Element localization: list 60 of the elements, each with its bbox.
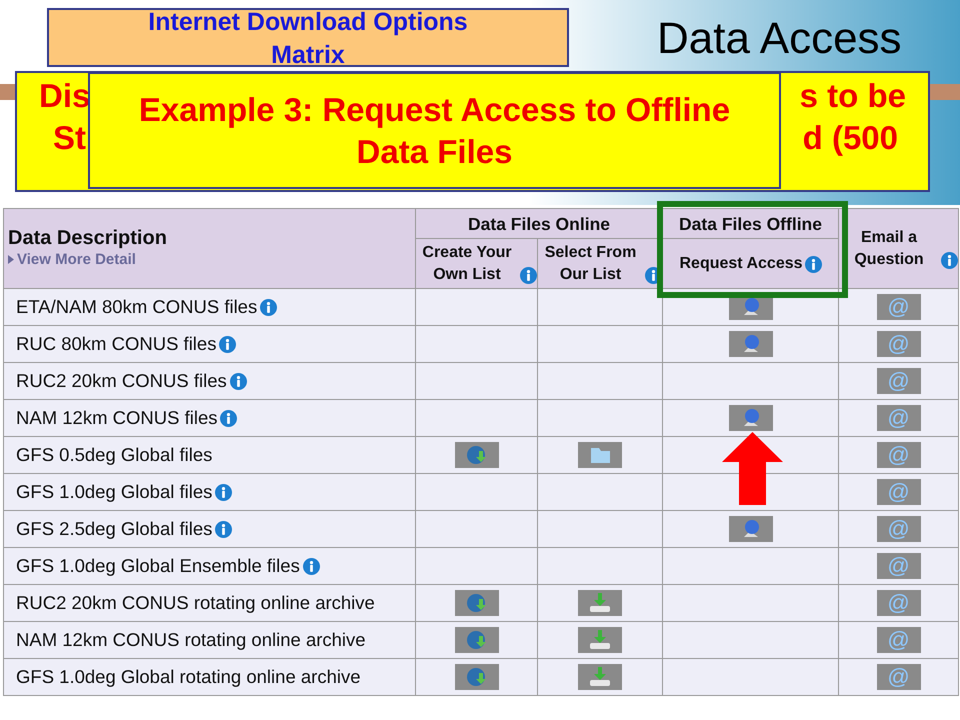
callout-text: d (500: [802, 118, 899, 158]
email-button[interactable]: @: [876, 405, 921, 431]
email-button[interactable]: @: [876, 590, 921, 616]
info-icon[interactable]: [215, 484, 232, 502]
folder-icon[interactable]: [578, 442, 622, 468]
drive-download-icon[interactable]: [578, 664, 622, 690]
dataset-name: RUC2 20km CONUS files: [16, 370, 227, 392]
drive-download-icon[interactable]: [578, 627, 622, 653]
email-button[interactable]: @: [876, 442, 921, 468]
globe-download-icon[interactable]: [454, 442, 498, 468]
info-icon[interactable]: [215, 521, 232, 538]
up-arrow-icon: [722, 432, 783, 505]
column-header: Email a Question: [853, 228, 925, 270]
callout-text: St: [52, 118, 87, 158]
view-detail-link[interactable]: View More Detail: [8, 248, 415, 270]
request-access-icon[interactable]: [728, 405, 773, 431]
column-header: Select From Our List: [544, 242, 638, 284]
email-button[interactable]: @: [876, 516, 921, 542]
globe-download-icon[interactable]: [454, 590, 498, 616]
email-button[interactable]: @: [876, 664, 921, 690]
column-header: Data Description: [8, 226, 168, 248]
email-button[interactable]: @: [876, 294, 921, 320]
callout-text: Dis: [39, 76, 90, 116]
column-header: Create Your Own List: [421, 242, 513, 284]
email-button[interactable]: @: [876, 553, 921, 579]
dataset-name: GFS 1.0deg Global files: [16, 482, 212, 503]
slide-title: Data Access: [657, 14, 902, 64]
expand-triangle-icon: [8, 255, 14, 264]
dataset-name: RUC 80km CONUS files: [16, 334, 216, 355]
globe-download-icon[interactable]: [454, 627, 498, 653]
email-button[interactable]: @: [876, 627, 921, 653]
callout-text: s to be: [800, 76, 906, 116]
dataset-name: RUC2 20km CONUS rotating online archive: [16, 592, 375, 614]
info-icon[interactable]: [520, 266, 537, 284]
info-icon[interactable]: [219, 336, 236, 354]
info-icon[interactable]: [230, 373, 247, 390]
info-icon[interactable]: [260, 299, 278, 316]
email-button[interactable]: @: [876, 479, 921, 505]
dataset-name: GFS 0.5deg Global files: [16, 444, 212, 466]
column-header: Request Access: [680, 254, 803, 274]
dataset-name: NAM 12km CONUS rotating online archive: [16, 630, 366, 651]
request-access-icon[interactable]: [728, 331, 773, 357]
title-callout: Internet Download Options Matrix: [47, 8, 569, 67]
column-group-header: Data Files Online: [468, 214, 610, 234]
dataset-name: ETA/NAM 80km CONUS files: [16, 296, 258, 318]
email-button[interactable]: @: [876, 368, 921, 394]
info-icon[interactable]: [302, 558, 320, 576]
globe-download-icon[interactable]: [454, 664, 498, 690]
dataset-name: GFS 1.0deg Global Ensemble files: [16, 556, 300, 577]
dataset-name: GFS 2.5deg Global files: [16, 518, 212, 540]
example-callout: Example 3: Request Access to Offline Data Files: [88, 72, 781, 189]
request-access-icon[interactable]: [728, 516, 773, 542]
email-button[interactable]: @: [876, 331, 921, 357]
dataset-name: GFS 1.0deg Global rotating online archive: [16, 666, 361, 688]
drive-download-icon[interactable]: [578, 590, 622, 616]
info-icon[interactable]: [804, 256, 822, 272]
column-group-header: Data Files Offline: [679, 214, 822, 234]
info-icon[interactable]: [220, 410, 238, 428]
dataset-name: NAM 12km CONUS files: [16, 408, 218, 429]
info-icon[interactable]: [941, 252, 958, 268]
